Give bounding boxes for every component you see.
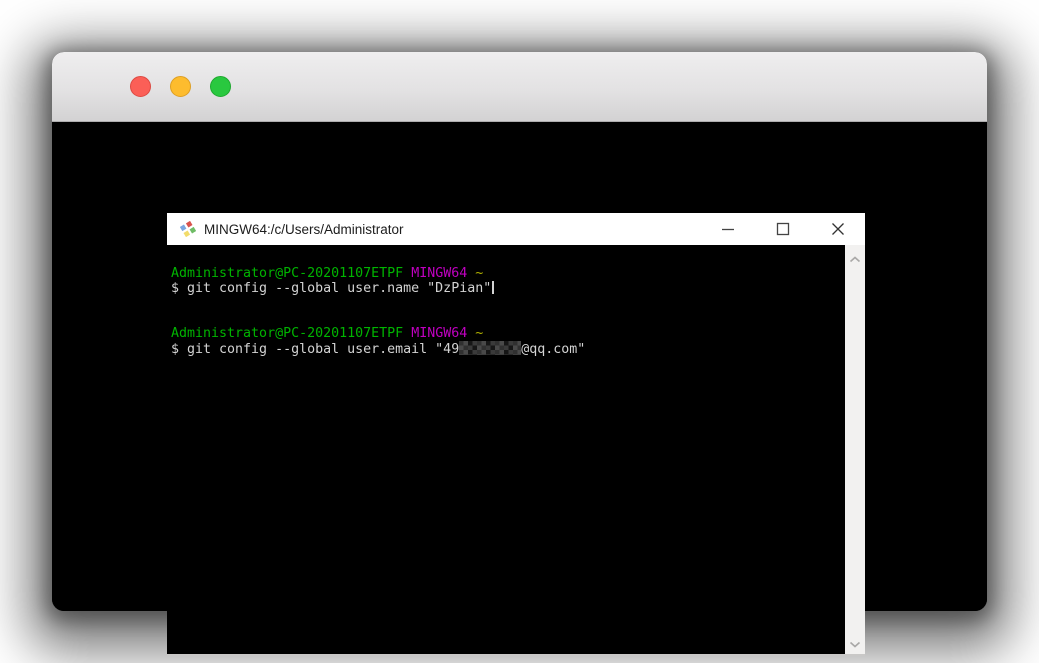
minimize-button[interactable] xyxy=(700,213,755,245)
traffic-light-minimize[interactable] xyxy=(170,76,191,97)
terminal-line: Administrator@PC-20201107ETPF MINGW64 ~ xyxy=(171,266,585,281)
terminal-text: MINGW64 xyxy=(411,326,467,341)
screenshot-canvas: MINGW64:/c/Users/Administrator xyxy=(0,0,1039,663)
terminal-window-controls xyxy=(700,213,865,245)
terminal-text: @qq.com" xyxy=(521,342,585,357)
maximize-icon xyxy=(776,222,790,236)
terminal-text: $ git config --global user.email "49 xyxy=(171,342,459,357)
terminal-line: $ git config --global user.email "49 @qq.… xyxy=(171,341,585,356)
git-for-windows-icon xyxy=(180,221,196,237)
maximize-button[interactable] xyxy=(755,213,810,245)
terminal-scrollbar[interactable] xyxy=(845,245,865,654)
terminal-title: MINGW64:/c/Users/Administrator xyxy=(204,222,404,237)
terminal-line: Administrator@PC-20201107ETPF MINGW64 ~ xyxy=(171,326,585,341)
terminal-titlebar[interactable]: MINGW64:/c/Users/Administrator xyxy=(167,213,865,245)
terminal-content[interactable]: Administrator@PC-20201107ETPF MINGW64 ~$… xyxy=(167,245,865,654)
scroll-up-button[interactable] xyxy=(845,256,865,263)
terminal-text xyxy=(403,266,411,281)
traffic-light-zoom[interactable] xyxy=(210,76,231,97)
mintty-terminal-window: MINGW64:/c/Users/Administrator xyxy=(167,213,865,656)
chevron-up-icon xyxy=(849,256,861,263)
terminal-line xyxy=(171,296,585,311)
traffic-light-close[interactable] xyxy=(130,76,151,97)
terminal-output: Administrator@PC-20201107ETPF MINGW64 ~$… xyxy=(171,266,585,356)
macos-window: MINGW64:/c/Users/Administrator xyxy=(52,52,987,611)
terminal-line xyxy=(171,311,585,326)
macos-window-content: MINGW64:/c/Users/Administrator xyxy=(52,122,987,611)
terminal-text: ~ xyxy=(475,326,483,341)
traffic-lights xyxy=(130,52,231,121)
macos-titlebar[interactable] xyxy=(52,52,987,122)
close-button[interactable] xyxy=(810,213,865,245)
terminal-line: $ git config --global user.name "DzPian" xyxy=(171,281,585,296)
terminal-text: MINGW64 xyxy=(411,266,467,281)
terminal-bottom-border xyxy=(167,654,865,656)
minimize-icon xyxy=(721,222,735,236)
text-cursor xyxy=(492,281,494,294)
chevron-down-icon xyxy=(849,641,861,648)
terminal-text: $ git config --global user.name "DzPian" xyxy=(171,281,491,296)
scroll-down-button[interactable] xyxy=(845,641,865,648)
terminal-text xyxy=(403,326,411,341)
terminal-text: Administrator@PC-20201107ETPF xyxy=(171,266,403,281)
censored-email-block xyxy=(459,341,521,355)
terminal-text: ~ xyxy=(475,266,483,281)
terminal-text: Administrator@PC-20201107ETPF xyxy=(171,326,403,341)
close-icon xyxy=(831,222,845,236)
